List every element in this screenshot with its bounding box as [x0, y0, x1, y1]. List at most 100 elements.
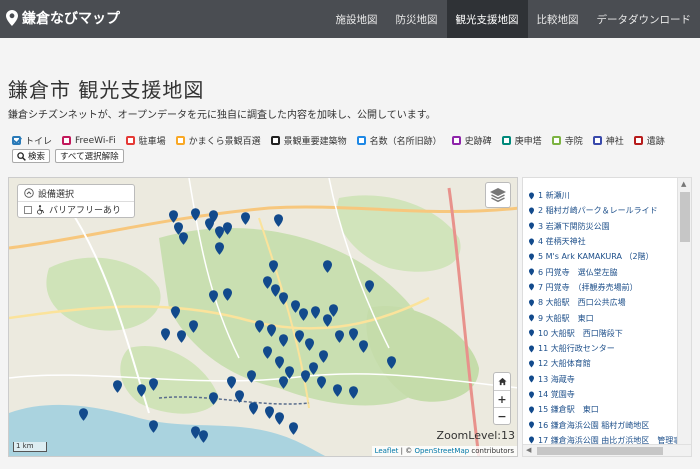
filter-option[interactable]: FreeWi-Fi: [62, 136, 116, 146]
toilet-marker[interactable]: [171, 304, 180, 319]
toilet-marker[interactable]: [359, 338, 368, 353]
list-item[interactable]: 15 鎌倉駅 東口: [523, 402, 678, 417]
toilet-marker[interactable]: [299, 306, 308, 321]
list-item[interactable]: 13 海蔵寺: [523, 372, 678, 387]
zoom-in-button[interactable]: +: [494, 390, 510, 407]
toilet-marker[interactable]: [149, 376, 158, 391]
list-item[interactable]: 1 新瀬川: [523, 188, 678, 203]
toilet-marker[interactable]: [317, 374, 326, 389]
toilet-marker[interactable]: [265, 404, 274, 419]
toilet-marker[interactable]: [309, 360, 318, 375]
map-view[interactable]: 設備選択 バリアフリーあり + − ZoomLevel:13 1 km Leaf…: [8, 177, 518, 457]
brand-logo[interactable]: 鎌倉なびマップ: [6, 8, 120, 28]
toilet-marker[interactable]: [279, 374, 288, 389]
filter-checkbox[interactable]: [62, 136, 72, 145]
toilet-marker[interactable]: [275, 354, 284, 369]
toilet-marker[interactable]: [329, 302, 338, 317]
filter-checkbox[interactable]: [451, 136, 461, 145]
toilet-marker[interactable]: [79, 406, 88, 421]
barrier-free-checkbox[interactable]: [24, 205, 32, 214]
toilet-marker[interactable]: [387, 354, 396, 369]
toilet-marker[interactable]: [227, 374, 236, 389]
toilet-marker[interactable]: [335, 328, 344, 343]
toilet-marker[interactable]: [249, 400, 258, 415]
filter-checkbox[interactable]: [270, 136, 280, 145]
toilet-marker[interactable]: [223, 220, 232, 235]
nav-facility-map[interactable]: 施設地図: [327, 0, 387, 38]
search-button[interactable]: 検索: [12, 149, 51, 163]
toilet-marker[interactable]: [209, 208, 218, 223]
list-item[interactable]: 10 大船駅 西口階段下: [523, 326, 678, 341]
list-item[interactable]: 7 円覚寺 （拝観券売場前）: [523, 280, 678, 295]
filter-checkbox[interactable]: [633, 136, 643, 145]
vertical-scrollbar[interactable]: ▲: [677, 178, 691, 446]
leaflet-link[interactable]: Leaflet: [375, 447, 399, 455]
filter-option[interactable]: 史跡碑: [451, 134, 492, 147]
toilet-marker[interactable]: [289, 420, 298, 435]
filter-option[interactable]: 遺跡: [633, 134, 665, 147]
list-item[interactable]: 3 岩瀬下関防災公園: [523, 219, 678, 234]
toilet-marker[interactable]: [149, 418, 158, 433]
nav-data-download[interactable]: データダウンロード: [588, 0, 700, 38]
toilet-marker[interactable]: [235, 388, 244, 403]
filter-option[interactable]: 景観重要建築物: [270, 134, 347, 147]
toilet-marker[interactable]: [215, 240, 224, 255]
toilet-marker[interactable]: [209, 390, 218, 405]
scroll-up-arrow[interactable]: ▲: [681, 180, 686, 188]
list-item[interactable]: 16 鎌倉海浜公園 稲村ガ崎地区: [523, 417, 678, 432]
list-item[interactable]: 11 大船行政センター: [523, 341, 678, 356]
list-item[interactable]: 6 円覚寺 選仏堂左脇: [523, 264, 678, 279]
toilet-marker[interactable]: [247, 368, 256, 383]
filter-option[interactable]: トイレ: [12, 134, 52, 147]
toilet-marker[interactable]: [279, 290, 288, 305]
home-button[interactable]: [494, 373, 510, 390]
filter-checkbox[interactable]: [592, 136, 602, 145]
toilet-marker[interactable]: [279, 332, 288, 347]
nav-compare-map[interactable]: 比較地図: [528, 0, 588, 38]
filter-option[interactable]: 神社: [592, 134, 624, 147]
filter-checkbox[interactable]: [175, 136, 185, 145]
list-item[interactable]: 9 大船駅 東口: [523, 310, 678, 325]
vertical-scroll-thumb[interactable]: [680, 192, 690, 242]
toilet-marker[interactable]: [269, 258, 278, 273]
clear-selection-button[interactable]: すべて選択解除: [55, 149, 124, 163]
filter-option[interactable]: かまくら景観百選: [175, 134, 261, 147]
toilet-marker[interactable]: [189, 318, 198, 333]
nav-tourism-map[interactable]: 観光支援地図: [446, 0, 528, 38]
filter-checkbox[interactable]: [501, 136, 511, 145]
toilet-marker[interactable]: [311, 304, 320, 319]
list-item[interactable]: 4 荏柄天神社: [523, 234, 678, 249]
toilet-marker[interactable]: [349, 326, 358, 341]
toilet-marker[interactable]: [365, 278, 374, 293]
nav-disaster-map[interactable]: 防災地図: [387, 0, 447, 38]
toilet-marker[interactable]: [177, 328, 186, 343]
filter-checkbox[interactable]: [12, 136, 21, 145]
filter-option[interactable]: 名数（名所旧跡）: [356, 134, 442, 147]
list-item[interactable]: 14 覚園寺: [523, 387, 678, 402]
toilet-marker[interactable]: [223, 286, 232, 301]
horizontal-scrollbar[interactable]: ◀: [523, 444, 691, 456]
toilet-marker[interactable]: [241, 210, 250, 225]
horizontal-scroll-thumb[interactable]: [537, 447, 663, 455]
layers-control[interactable]: [485, 182, 511, 208]
toilet-marker[interactable]: [191, 206, 200, 221]
toilet-marker[interactable]: [274, 212, 283, 227]
osm-link[interactable]: OpenStreetMap: [414, 447, 469, 455]
toilet-marker[interactable]: [191, 424, 200, 439]
barrier-free-option[interactable]: バリアフリーあり: [18, 201, 134, 217]
toilet-marker[interactable]: [267, 322, 276, 337]
toilet-marker[interactable]: [113, 378, 122, 393]
toilet-marker[interactable]: [137, 382, 146, 397]
toilet-marker[interactable]: [333, 382, 342, 397]
list-item[interactable]: 12 大船体育館: [523, 356, 678, 371]
toilet-marker[interactable]: [209, 288, 218, 303]
scroll-left-arrow[interactable]: ◀: [526, 446, 531, 454]
filter-checkbox[interactable]: [551, 136, 561, 145]
filter-option[interactable]: 駐車場: [125, 134, 166, 147]
toilet-marker[interactable]: [305, 336, 314, 351]
toilet-marker[interactable]: [255, 318, 264, 333]
filter-option[interactable]: 寺院: [551, 134, 583, 147]
list-item[interactable]: 2 稲村ガ崎パーク＆レールライド: [523, 203, 678, 218]
toilet-marker[interactable]: [263, 344, 272, 359]
toilet-marker[interactable]: [161, 326, 170, 341]
